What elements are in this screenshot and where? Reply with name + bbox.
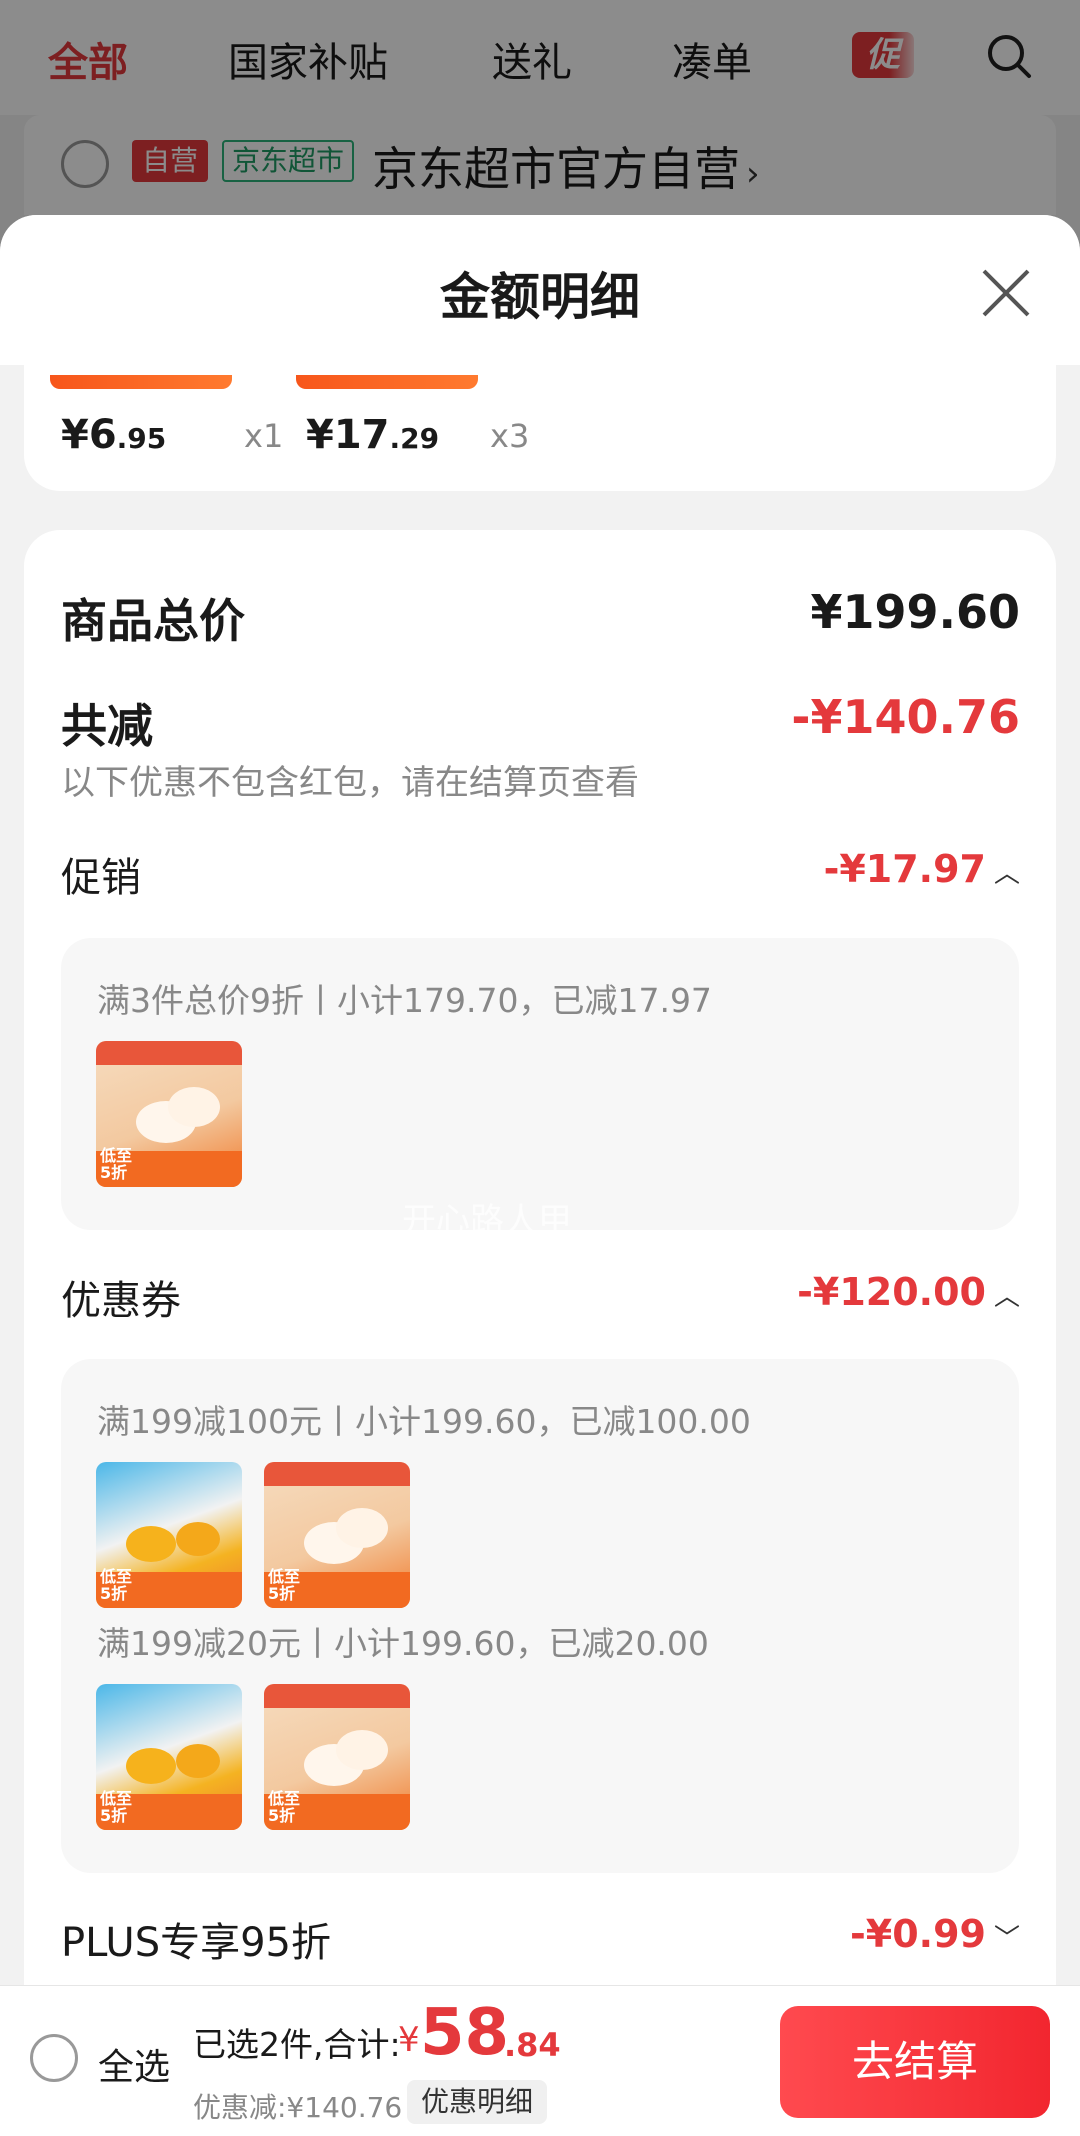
total-amount-integer: 58 [420,1996,510,2070]
selected-count-text: 已选2件,合计: [193,2025,401,2064]
coupon-label: 优惠券 [61,1278,181,1324]
item-promo-strip [296,375,478,389]
item-promo-strip [50,375,232,389]
coupon-rule-line: 满199减100元丨小计199.60，已减100.00 [97,1402,751,1441]
coupon-toggle[interactable]: -¥120.00 ︿ [797,1270,1020,1314]
total-reduce-value: -¥140.76 [791,690,1020,744]
chevron-up-icon: ︿ [993,859,1020,889]
promo-toggle[interactable]: -¥17.97 ︿ [824,847,1020,891]
coupon-value: -¥120.00 [797,1270,986,1314]
total-price-value: ¥199.60 [810,585,1020,639]
price-summary-card: 商品总价 ¥199.60 共减 -¥140.76 以下优惠不包含红包，请在结算页… [24,530,1056,2136]
product-thumbnail[interactable]: 低至 5折 [96,1684,242,1830]
checkout-button[interactable]: 去结算 [780,2006,1050,2118]
promo-detail-box: 满3件总价9折丨小计179.70，已减17.97 低至 5折 [61,938,1019,1230]
promo-rule-line: 满3件总价9折丨小计179.70，已减17.97 [97,981,712,1020]
item-quantity: x3 [490,417,530,455]
item-price: ¥17.29 [306,412,440,458]
product-thumbnail[interactable]: 低至 5折 [264,1684,410,1830]
discount-detail-button[interactable]: 优惠明细 [407,2080,548,2124]
coupon-detail-box: 满199减100元丨小计199.60，已减100.00 低至 5折 低至 5折 满1… [61,1359,1019,1873]
checkout-bar: 全选 已选2件,合计: ¥ 58 .84 优惠减:¥140.76 优惠明细 去结… [0,1985,1080,2136]
promo-label: 促销 [61,855,141,901]
total-price-label: 商品总价 [61,594,245,648]
product-thumbnail[interactable]: 低至 5折 [264,1462,410,1608]
select-all-label[interactable]: 全选 [98,2038,170,2090]
amount-detail-sheet: ¥6.95 x1 ¥17.29 x3 金额明细 商品总价 ¥199.60 共减 … [0,215,1080,2136]
reduce-note: 以下优惠不包含红包，请在结算页查看 [61,763,639,803]
total-currency: ¥ [398,2020,420,2060]
product-thumbnail[interactable]: 低至 5折 [96,1462,242,1608]
plus-discount-value: -¥0.99 [850,1912,986,1956]
promo-value: -¥17.97 [823,847,986,891]
sheet-header: 金额明细 [0,215,1080,365]
discount-amount-text: 优惠减:¥140.76 [193,2091,403,2124]
close-icon[interactable] [978,265,1034,321]
product-thumbnail[interactable]: 低至 5折 [96,1041,242,1187]
select-all-radio[interactable] [30,2034,78,2082]
plus-discount-label: PLUS专享95折 [61,1920,331,1966]
watermark: 开心路人甲 [402,1201,572,1241]
total-reduce-label: 共减 [61,699,153,753]
item-quantity: x1 [244,417,284,455]
coupon-rule-line: 满199减20元丨小计199.60，已减20.00 [97,1624,709,1663]
plus-discount-toggle[interactable]: -¥0.99 ﹀ [850,1912,1020,1956]
sheet-title: 金额明细 [440,268,640,326]
chevron-down-icon: ﹀ [993,1924,1020,1954]
item-price: ¥6.95 [61,412,167,458]
total-amount-decimal: .84 [504,2026,561,2064]
chevron-up-icon: ︿ [993,1282,1020,1312]
